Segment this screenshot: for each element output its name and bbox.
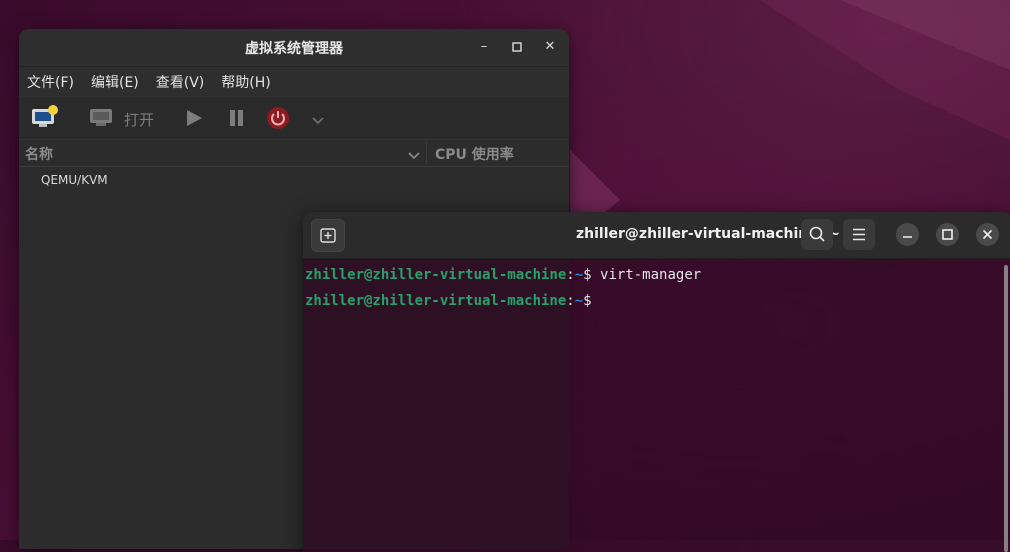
new-tab-icon: [320, 228, 336, 243]
terminal-window: zhiller@zhiller-virtual-machine: ~ zhill…: [303, 212, 1010, 552]
terminal-output[interactable]: zhiller@zhiller-virtual-machine:~$ virt-…: [303, 259, 1010, 552]
chevron-down-icon[interactable]: [311, 111, 325, 130]
prompt-path: ~: [574, 267, 584, 283]
list-item[interactable]: QEMU/KVM: [19, 167, 569, 193]
menu-file[interactable]: 文件(F): [27, 72, 74, 92]
scrollbar[interactable]: [1004, 265, 1008, 552]
new-vm-icon[interactable]: [31, 105, 59, 133]
prompt-dollar: $: [583, 267, 601, 283]
close-icon[interactable]: ✕: [539, 36, 561, 58]
search-icon: [809, 226, 825, 242]
toolbar: 打开: [19, 97, 569, 140]
menu-view[interactable]: 查看(V): [156, 72, 205, 92]
terminal-line: zhiller@zhiller-virtual-machine:~$ virt-…: [305, 267, 701, 283]
terminal-line: zhiller@zhiller-virtual-machine:~$: [305, 293, 592, 309]
close-button[interactable]: [976, 223, 999, 246]
pause-icon[interactable]: [228, 109, 246, 131]
title-bar: 虚拟系统管理器 – ✕: [19, 29, 569, 67]
new-tab-button[interactable]: [311, 219, 345, 252]
sort-chevron-icon[interactable]: [407, 146, 421, 165]
menu-edit[interactable]: 编辑(E): [91, 72, 139, 92]
command-text: virt-manager: [600, 267, 702, 283]
column-cpu-usage[interactable]: CPU 使用率: [435, 144, 514, 164]
menu-bar: 文件(F) 编辑(E) 查看(V) 帮助(H): [19, 67, 569, 97]
menu-button[interactable]: [843, 219, 875, 250]
play-icon[interactable]: [185, 109, 203, 131]
terminal-header-bar: zhiller@zhiller-virtual-machine: ~: [303, 212, 1010, 259]
maximize-icon: [942, 229, 953, 240]
prompt-colon: :: [566, 293, 575, 309]
prompt-path: ~: [574, 293, 584, 309]
hamburger-menu-icon: [853, 228, 865, 241]
maximize-button[interactable]: [936, 223, 959, 246]
column-name[interactable]: 名称: [25, 144, 53, 164]
search-button[interactable]: [801, 219, 833, 250]
prompt-dollar: $: [583, 293, 592, 309]
monitor-icon: [89, 106, 113, 132]
column-divider: [426, 142, 427, 164]
close-icon: [982, 229, 993, 240]
open-button[interactable]: 打开: [124, 109, 154, 130]
minimize-icon: [903, 236, 912, 238]
minimize-icon[interactable]: –: [473, 36, 495, 58]
prompt-user: zhiller@zhiller-virtual-machine: [305, 267, 567, 283]
maximize-icon[interactable]: [506, 36, 528, 58]
prompt-colon: :: [566, 267, 575, 283]
column-header: 名称 CPU 使用率: [19, 140, 569, 167]
minimize-button[interactable]: [896, 223, 919, 246]
prompt-user: zhiller@zhiller-virtual-machine: [305, 293, 567, 309]
power-icon[interactable]: [266, 106, 290, 134]
menu-help[interactable]: 帮助(H): [221, 72, 270, 92]
